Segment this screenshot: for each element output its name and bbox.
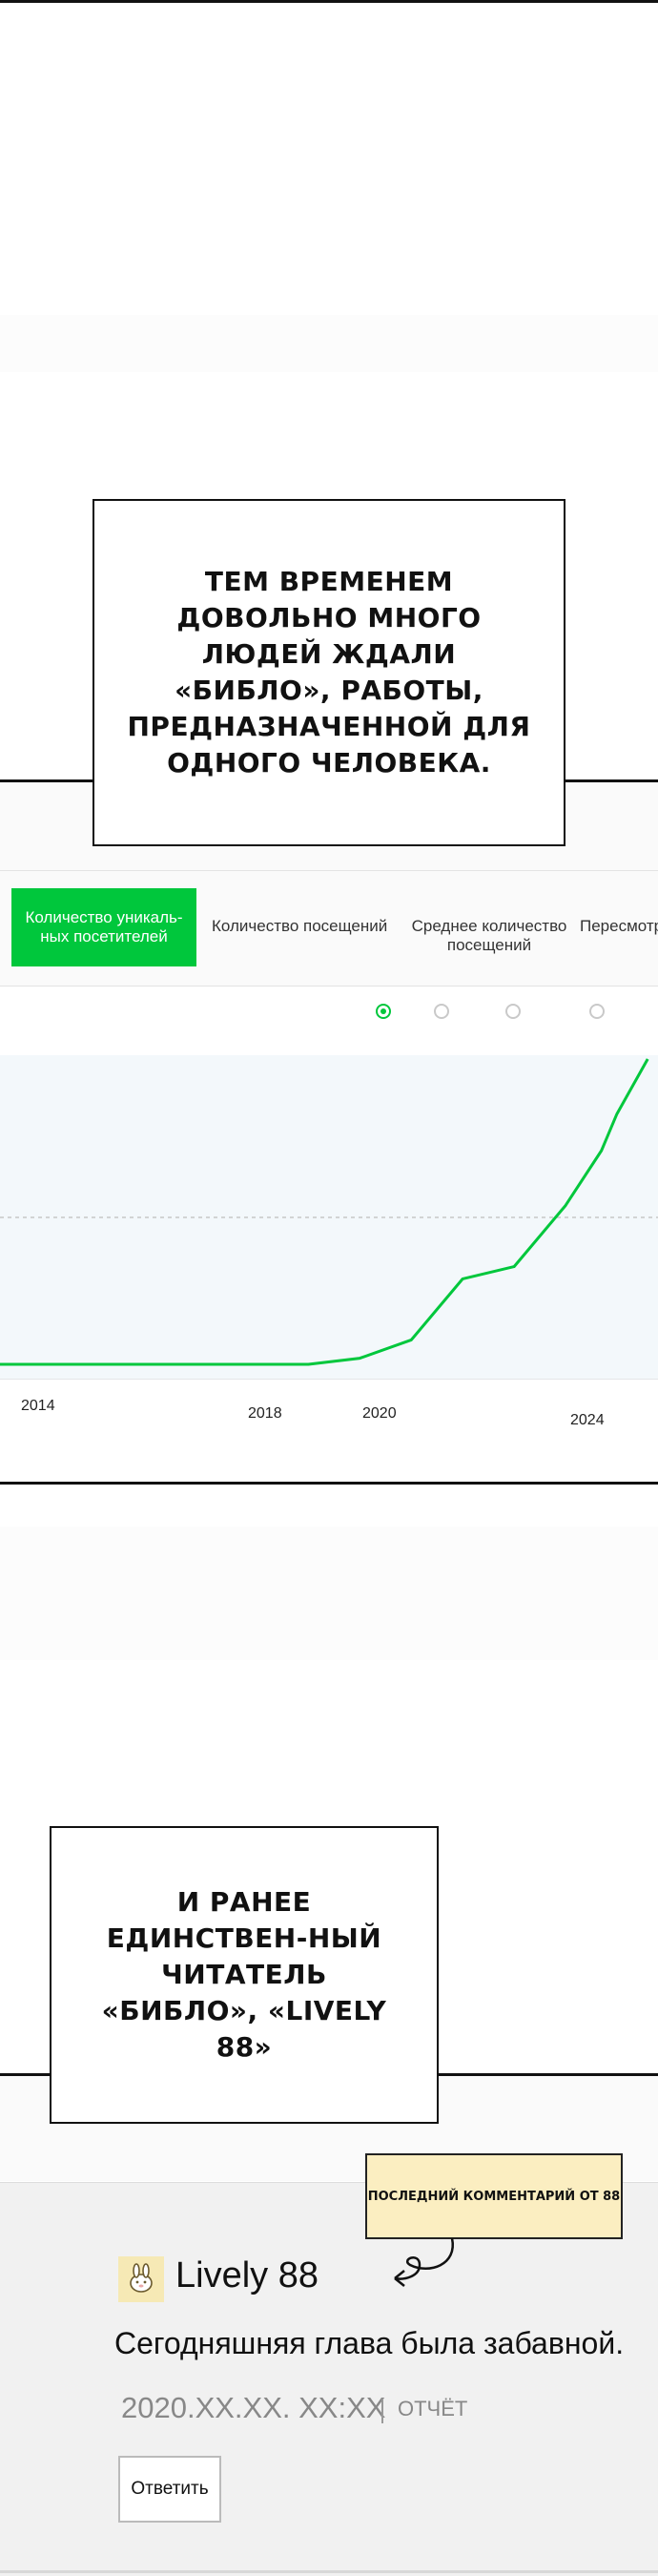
tab-rewatch[interactable]: Пересмотр	[580, 917, 658, 936]
caption-box: И РАНЕЕ ЕДИНСТВЕН-НЫЙ ЧИТАТЕЛЬ «БИБЛО», …	[50, 1826, 439, 2124]
pager-dot-2[interactable]	[434, 1004, 449, 1019]
pager-dot-1[interactable]	[376, 1004, 391, 1019]
x-tick-label: 2018	[248, 1405, 282, 1422]
background-texture	[0, 1527, 658, 1660]
panel-border	[0, 0, 658, 3]
background-texture	[0, 315, 658, 372]
tab-unique-visitors[interactable]: Количество уникаль-ных посетителей	[11, 888, 196, 966]
x-tick-label: 2020	[362, 1405, 397, 1422]
tab-label: Среднее количество посещений	[411, 917, 567, 954]
panel-border	[0, 1482, 658, 1485]
tab-label: Количество посещений	[212, 917, 388, 935]
avatar	[118, 2256, 164, 2302]
reply-button-label: Ответить	[131, 2479, 209, 2499]
tab-visits[interactable]: Количество посещений	[212, 917, 387, 936]
tab-average-visits[interactable]: Среднее количество посещений	[408, 917, 570, 955]
reply-button[interactable]: Ответить	[118, 2456, 221, 2523]
comment-tag-text: ПОСЛЕДНИЙ КОММЕНТАРИЙ ОТ 88	[367, 2189, 621, 2204]
comment-username[interactable]: Lively 88	[175, 2255, 319, 2296]
pointer-arrow-icon	[394, 2237, 455, 2287]
divider	[381, 2399, 383, 2423]
tab-label: Пересмотр	[580, 917, 658, 935]
comment-section-border	[0, 2570, 658, 2573]
comment-text: Сегодняшняя глава была забавной.	[114, 2326, 625, 2360]
visitors-chart	[0, 1058, 658, 1380]
x-tick-label: 2014	[21, 1398, 55, 1414]
caption-text: ТЕМ ВРЕМЕНЕМ ДОВОЛЬНО МНОГО ЛЮДЕЙ ЖДАЛИ …	[127, 566, 531, 779]
bunny-avatar-icon	[130, 2263, 153, 2293]
comment-date: 2020.XX.XX. XX:XX	[121, 2391, 386, 2424]
caption-text: И РАНЕЕ ЕДИНСТВЕН-НЫЙ ЧИТАТЕЛЬ «БИБЛО», …	[101, 1886, 387, 2063]
report-link[interactable]: ОТЧЁТ	[398, 2397, 467, 2421]
stats-tab-bar: Количество уникаль-ных посетителей Колич…	[0, 870, 658, 987]
series-line	[0, 1058, 649, 1366]
x-tick-label: 2024	[570, 1412, 605, 1428]
caption-box: ТЕМ ВРЕМЕНЕМ ДОВОЛЬНО МНОГО ЛЮДЕЙ ЖДАЛИ …	[93, 499, 565, 846]
comment-section	[0, 2182, 658, 2576]
pager-dot-4[interactable]	[589, 1004, 605, 1019]
pager-dot-3[interactable]	[505, 1004, 521, 1019]
tab-label: Количество уникаль-ных посетителей	[25, 908, 183, 945]
comment-tag: ПОСЛЕДНИЙ КОММЕНТАРИЙ ОТ 88	[365, 2153, 623, 2239]
